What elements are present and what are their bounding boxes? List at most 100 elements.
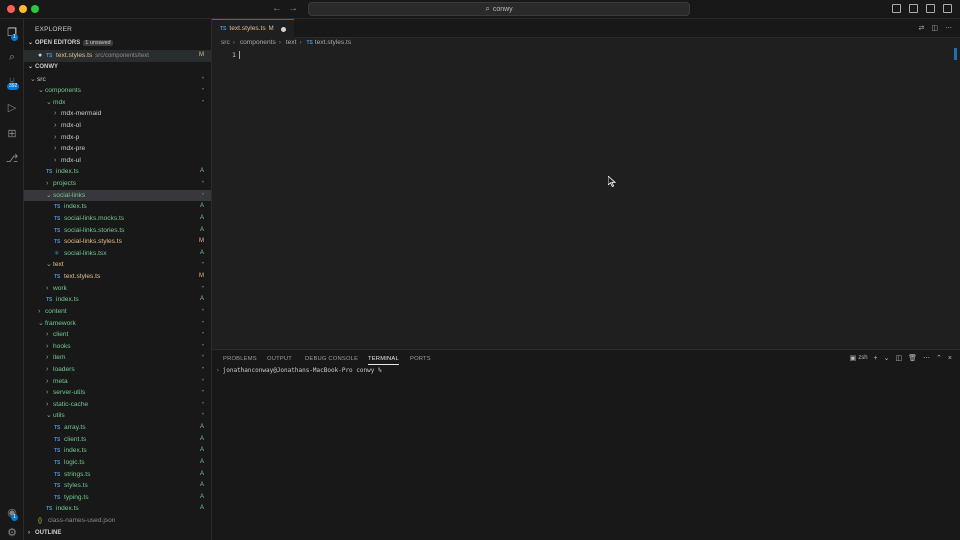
tree-item-label: loaders: [53, 366, 75, 373]
trash-icon[interactable]: 🗑: [908, 354, 917, 362]
toggle-secondary-sidebar-icon[interactable]: [926, 4, 935, 13]
chevron-down-icon[interactable]: ⌄: [884, 354, 890, 362]
tree-item[interactable]: TS styles.ts A: [24, 480, 211, 492]
tree-item[interactable]: TS index.ts A: [24, 294, 211, 306]
open-editor-item[interactable]: ● TS text.styles.ts src/components/text M: [24, 50, 211, 62]
tree-item[interactable]: TS typing.ts A: [24, 492, 211, 504]
new-terminal-icon[interactable]: +: [874, 355, 878, 362]
typescript-file-icon: TS: [46, 53, 53, 59]
breadcrumb-components[interactable]: components: [240, 39, 276, 46]
code-editor[interactable]: [212, 48, 960, 348]
tree-item[interactable]: TS logic.ts A: [24, 457, 211, 469]
search-icon[interactable]: ⌕: [5, 50, 19, 64]
tree-item[interactable]: TS social-links.mocks.ts A: [24, 213, 211, 225]
tree-item[interactable]: ⌄mdx •: [24, 97, 211, 109]
git-status-badge: A: [199, 424, 204, 431]
tree-item-label: work: [53, 284, 67, 292]
breadcrumb-src[interactable]: src: [221, 39, 230, 46]
unsaved-dot-icon[interactable]: [281, 27, 286, 32]
run-debug-icon[interactable]: ▷: [5, 101, 19, 115]
tree-item[interactable]: ⌄components •: [24, 85, 211, 97]
gear-icon[interactable]: ⚙: [5, 526, 19, 540]
activity-bar: ❐ 1 ⌕ ⑂ 392 ▷ ⊞ ⎇ ◉ 1 ⚙: [0, 19, 24, 540]
tree-item[interactable]: TS text.styles.ts M: [24, 271, 211, 283]
tree-item[interactable]: TS index.ts A: [24, 445, 211, 457]
tree-item[interactable]: › mdx-p: [24, 132, 211, 144]
git-status-badge: A: [199, 168, 204, 175]
git-status-badge: •: [201, 400, 204, 407]
compare-changes-icon[interactable]: ⇄: [919, 24, 925, 32]
split-editor-icon[interactable]: ◫: [931, 24, 938, 32]
breadcrumb-text[interactable]: text: [286, 39, 297, 46]
tab-output[interactable]: OUTPUT: [267, 356, 292, 362]
maximize-window-button[interactable]: [31, 5, 39, 13]
extensions-icon[interactable]: ⊞: [5, 127, 19, 141]
chevron-down-icon: ⌄: [46, 98, 52, 106]
tree-item[interactable]: ⚛ social-links.tsx A: [24, 248, 211, 260]
tree-item-label: projects: [53, 180, 77, 188]
terminal-shell-icon[interactable]: ▣: [850, 354, 857, 362]
customize-layout-icon[interactable]: [943, 4, 952, 13]
split-terminal-icon[interactable]: ◫: [896, 354, 903, 362]
git-status-badge: A: [199, 482, 204, 489]
chevron-right-icon: ›: [28, 530, 30, 536]
tree-item-label: framework: [45, 319, 76, 327]
tree-item[interactable]: ⌄framework •: [24, 318, 211, 330]
toggle-panel-icon[interactable]: [909, 4, 918, 13]
tree-item[interactable]: TS social-links.styles.ts M: [24, 236, 211, 248]
arrow-left-icon[interactable]: ←: [272, 3, 282, 14]
tree-item[interactable]: TS index.ts A: [24, 201, 211, 213]
tree-item[interactable]: TS strings.ts A: [24, 469, 211, 481]
tree-item[interactable]: › work •: [24, 283, 211, 295]
minimap-indicator[interactable]: [954, 48, 957, 60]
tree-item[interactable]: {} class-names-used.json: [24, 515, 211, 527]
tree-item[interactable]: TS client.ts A: [24, 434, 211, 446]
tree-item[interactable]: TS index.ts A: [24, 503, 211, 515]
tree-item[interactable]: › mdx-ul: [24, 155, 211, 167]
tree-item[interactable]: › static-cache •: [24, 399, 211, 411]
tree-item[interactable]: › meta •: [24, 376, 211, 388]
tree-item[interactable]: › mdx-mermaid: [24, 108, 211, 120]
tree-item[interactable]: TS index.ts A: [24, 166, 211, 178]
tree-item[interactable]: › item •: [24, 352, 211, 364]
git-status-badge: •: [201, 354, 204, 361]
tab-problems[interactable]: PROBLEMS: [223, 356, 257, 362]
workspace-header[interactable]: ⌄ CONWY: [28, 63, 58, 70]
tree-item[interactable]: › client •: [24, 329, 211, 341]
arrow-right-icon[interactable]: →: [288, 3, 298, 14]
tree-item[interactable]: ⌄utils •: [24, 410, 211, 422]
tree-item[interactable]: › mdx-ol: [24, 120, 211, 132]
tree-item[interactable]: TS array.ts A: [24, 422, 211, 434]
minimize-window-button[interactable]: [19, 5, 27, 13]
close-panel-icon[interactable]: ×: [948, 355, 952, 362]
more-actions-icon[interactable]: ⋯: [923, 354, 930, 362]
tab-debug-console[interactable]: DEBUG CONSOLE: [305, 356, 358, 362]
close-window-button[interactable]: [7, 5, 15, 13]
toggle-primary-sidebar-icon[interactable]: [892, 4, 901, 13]
breadcrumb-file[interactable]: text.styles.ts: [315, 39, 351, 46]
more-actions-icon[interactable]: ⋯: [945, 24, 952, 32]
tree-item[interactable]: ⌄src •: [24, 74, 211, 86]
tree-item[interactable]: › hooks •: [24, 341, 211, 353]
tree-item[interactable]: ⌄social-links •: [24, 189, 211, 202]
open-editors-header[interactable]: ⌄ OPEN EDITORS 1 unsaved: [28, 39, 113, 46]
tree-item[interactable]: › server-utils •: [24, 387, 211, 399]
tree-item[interactable]: TS social-links.stories.ts A: [24, 225, 211, 237]
chevron-right-icon: ›: [54, 156, 57, 164]
maximize-panel-icon[interactable]: ⌃: [936, 354, 942, 362]
terminal-output[interactable]: › jonathanconway@Jonathans-MacBook-Pro co…: [216, 367, 382, 374]
tree-item[interactable]: › loaders •: [24, 364, 211, 376]
shell-label[interactable]: zsh: [858, 355, 867, 361]
remote-explorer-icon[interactable]: ⎇: [5, 152, 19, 166]
tree-item[interactable]: ⌄text •: [24, 259, 211, 271]
tab-terminal[interactable]: TERMINAL: [368, 356, 399, 365]
tree-item[interactable]: › content •: [24, 306, 211, 318]
outline-header[interactable]: › OUTLINE: [28, 530, 61, 536]
unsaved-badge: 1 unsaved: [83, 40, 113, 46]
git-status-badge: A: [199, 226, 204, 233]
tab-text-styles[interactable]: TS text.styles.ts M: [212, 19, 294, 38]
command-center-search[interactable]: ⌕ conwy: [308, 2, 690, 16]
tree-item[interactable]: › projects •: [24, 178, 211, 190]
tab-ports[interactable]: PORTS: [410, 356, 431, 362]
tree-item[interactable]: › mdx-pre: [24, 143, 211, 155]
